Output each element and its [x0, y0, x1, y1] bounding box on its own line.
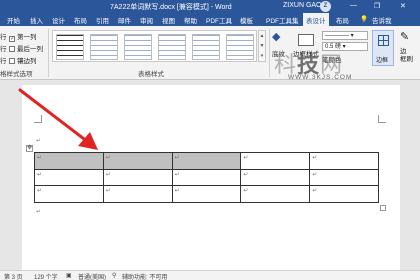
status-language[interactable]: 普通(美国) [78, 272, 106, 280]
status-accessibility[interactable]: 辅助功能: 不可用 [122, 272, 167, 280]
arrow-head-icon [78, 132, 98, 150]
annotation-arrow [18, 88, 98, 150]
status-words[interactable]: 129 个字 [34, 272, 58, 280]
accessibility-icon[interactable]: ⚲ [112, 272, 116, 279]
watermark-url: WWW.3KJS.COM [288, 74, 353, 81]
status-bar: 第 3 页 129 个字 ▣ 普通(美国) ⚲ 辅助功能: 不可用 [0, 270, 420, 280]
arrow-shaft [18, 88, 90, 144]
status-page[interactable]: 第 3 页 [4, 272, 23, 280]
proofing-icon[interactable]: ▣ [66, 272, 72, 279]
watermark: 科技网 WWW.3KJS.COM [274, 47, 406, 81]
